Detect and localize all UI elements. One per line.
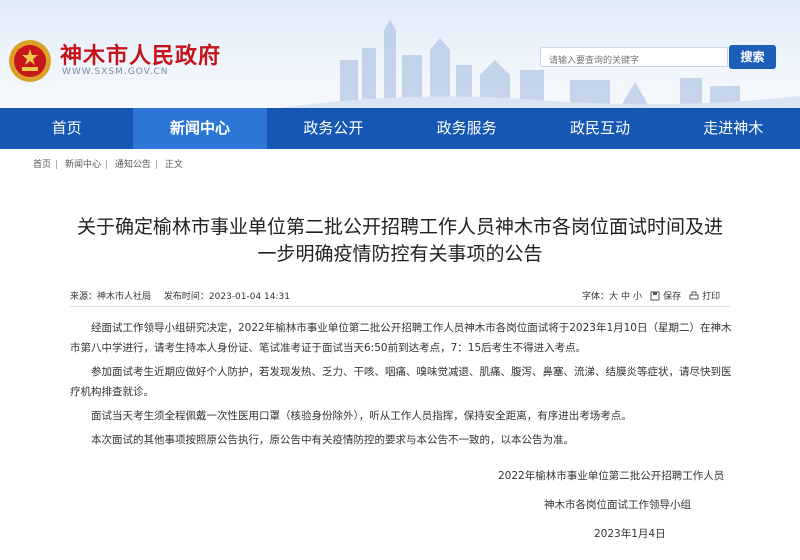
article-paragraph: 经面试工作领导小组研究决定，2022年榆林市事业单位第二批公开招聘工作人员神木市… [70,322,732,354]
breadcrumb-current: 正文 [164,160,183,170]
nav-item-news[interactable]: 新闻中心 [133,108,267,149]
signature-line2: 神木市各岗位面试工作领导小组 [544,499,691,511]
breadcrumb-separator: | [154,160,158,170]
breadcrumb-home[interactable]: 首页 [33,160,51,170]
font-size-medium[interactable]: 中 [621,289,630,302]
save-icon [650,291,660,300]
article-tools: 字体： 大 中 小 保存 打印 [582,289,720,302]
nav-item-about[interactable]: 走进神木 [667,108,800,149]
article-title: 关于确定榆林市事业单位第二批公开招聘工作人员神木市各岗位面试时间及进 一步明确疫… [40,214,760,268]
search-input[interactable] [541,52,727,70]
nav-item-interaction[interactable]: 政民互动 [533,108,666,149]
nav-item-gov-open[interactable]: 政务公开 [267,108,400,149]
signature-date: 2023年1月4日 [594,528,666,540]
breadcrumb-separator: | [104,160,108,170]
main-nav: 首页 新闻中心 政务公开 政务服务 政民互动 走进神木 [0,108,800,149]
font-size-label: 字体： [582,292,610,302]
font-size-large[interactable]: 大 [609,289,618,302]
breadcrumb-news[interactable]: 新闻中心 [65,160,101,170]
article-paragraph: 面试当天考生须全程佩戴一次性医用口罩（核验身份除外），听从工作人员指挥，保持安全… [91,410,632,422]
site-name[interactable]: 神木市人民政府 [60,38,221,70]
article-source: 来源：神木市人社局 [70,292,152,302]
site-header: 神木市人民政府 WWW.SXSM.GOV.CN 搜索 [0,0,800,108]
article-paragraph: 本次面试的其他事项按照原公告执行，原公告中有关疫情防控的要求与本公告不一致的，以… [91,434,574,446]
article-publish-time: 发布时间：2023-01-04 14:31 [163,292,290,302]
breadcrumb: 首页 | 新闻中心 | 通知公告 | 正文 [33,157,187,170]
print-icon [689,291,699,299]
print-button[interactable]: 打印 [702,289,720,302]
font-size-small[interactable]: 小 [633,289,642,302]
article-meta: 来源：神木市人社局 发布时间：2023-01-04 14:31 [70,289,290,302]
save-button[interactable]: 保存 [663,289,681,302]
article-body: 经面试工作领导小组研究决定，2022年榆林市事业单位第二批公开招聘工作人员神木市… [70,318,732,454]
article-title-line1: 关于确定榆林市事业单位第二批公开招聘工作人员神木市各岗位面试时间及进 [76,216,723,238]
article-title-line2: 一步明确疫情防控有关事项的公告 [257,243,543,265]
nav-item-gov-service[interactable]: 政务服务 [400,108,533,149]
nav-item-home[interactable]: 首页 [0,108,133,149]
site-url: WWW.SXSM.GOV.CN [62,67,169,77]
national-emblem-icon [9,40,51,82]
breadcrumb-notice[interactable]: 通知公告 [115,160,151,170]
signature-line1: 2022年榆林市事业单位第二批公开招聘工作人员 [498,470,725,482]
breadcrumb-separator: | [55,160,59,170]
search-button[interactable]: 搜索 [729,45,776,69]
search-box [540,47,728,70]
meta-divider [70,306,730,307]
article-paragraph: 参加面试考生近期应做好个人防护，若发现发热、乏力、干咳、咽痛、嗅味觉减退、肌痛、… [70,366,732,398]
